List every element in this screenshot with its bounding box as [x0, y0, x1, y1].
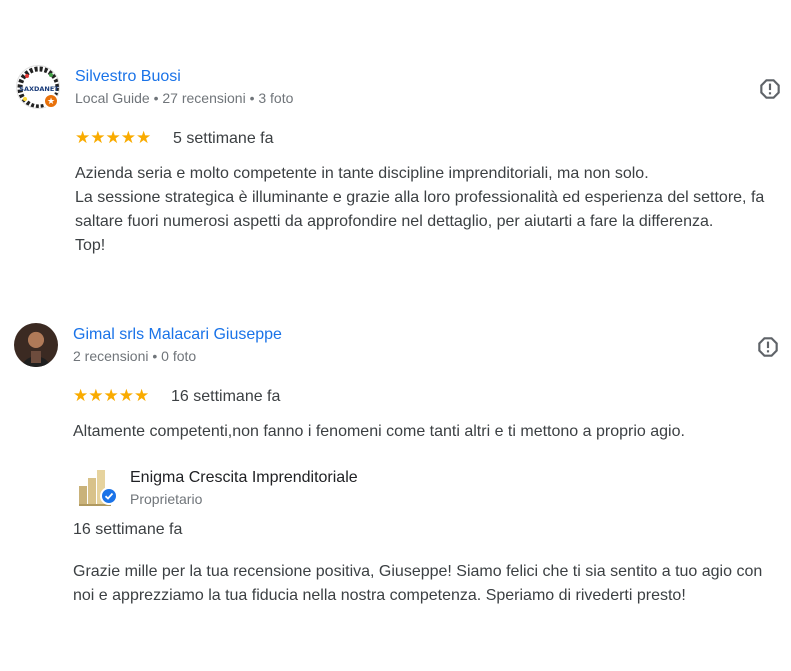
review-date: 16 settimane fa [171, 388, 281, 405]
star-rating: ★★★★★ [73, 386, 150, 405]
review-text-line: La sessione strategica è illuminante e g… [75, 189, 765, 230]
star-rating: ★★★★★ [75, 128, 152, 147]
owner-role: Proprietario [130, 491, 203, 507]
author-name-link[interactable]: Silvestro Buosi [75, 68, 181, 86]
review-date: 5 settimane fa [173, 130, 274, 147]
author-meta: Local Guide • 27 recensioni • 3 foto [75, 90, 294, 106]
local-guide-badge-icon: ★ [43, 93, 59, 109]
review-text-line: Altamente competenti,non fanno i fenomen… [73, 423, 685, 440]
review-text: Azienda seria e molto competente in tant… [75, 162, 785, 258]
verified-icon [100, 487, 118, 505]
report-button[interactable] [755, 334, 781, 360]
owner-name: Enigma Crescita Imprenditoriale [130, 469, 358, 486]
report-icon [760, 79, 780, 99]
review-text-line: Top! [75, 237, 106, 254]
review-text: Altamente competenti,non fanno i fenomen… [73, 420, 783, 444]
report-button[interactable] [757, 76, 783, 102]
reply-date: 16 settimane fa [73, 521, 183, 538]
svg-text:SAXDANET: SAXDANET [19, 85, 59, 93]
person-photo-icon [22, 332, 50, 367]
reply-text: Grazie mille per la tua recensione posit… [73, 563, 763, 604]
author-meta: 2 recensioni • 0 foto [73, 348, 197, 364]
report-icon [758, 337, 778, 357]
author-name-link[interactable]: Gimal srls Malacari Giuseppe [73, 326, 282, 344]
review-text-line: Azienda seria e molto competente in tant… [75, 165, 649, 182]
author-avatar[interactable] [14, 323, 58, 367]
